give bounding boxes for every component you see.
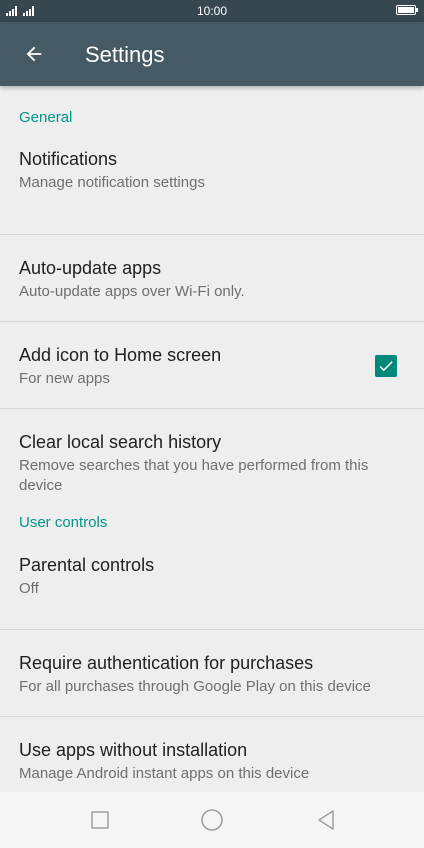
check-icon	[379, 361, 393, 372]
settings-list[interactable]: General Notifications Manage notificatio…	[0, 86, 424, 792]
section-header-general: General	[19, 109, 73, 126]
setting-title: Clear local search history	[19, 432, 222, 452]
home-icon	[201, 809, 223, 831]
setting-auto-update-apps[interactable]: Auto-update apps Auto-update apps over W…	[0, 235, 424, 322]
setting-title: Notifications	[19, 149, 118, 169]
setting-title: Use apps without installation	[19, 740, 248, 760]
recent-apps-icon	[91, 811, 109, 829]
arrow-back-icon	[26, 46, 42, 62]
recent-apps-button[interactable]	[86, 806, 114, 834]
add-icon-checkbox[interactable]	[375, 355, 397, 377]
setting-title: Parental controls	[19, 555, 155, 575]
setting-require-authentication[interactable]: Require authentication for purchases For…	[0, 630, 424, 717]
setting-clear-search-history[interactable]: Clear local search history Remove search…	[0, 409, 424, 509]
setting-summary: Remove searches that you have performed …	[19, 457, 369, 494]
setting-summary: For all purchases through Google Play on…	[19, 678, 371, 695]
setting-summary: Auto-update apps over Wi-Fi only.	[19, 283, 245, 300]
app-bar: Settings	[0, 22, 424, 86]
status-bar: 10:00	[0, 0, 424, 22]
setting-notifications[interactable]: Notifications Manage notification settin…	[0, 148, 424, 235]
setting-summary: Manage notification settings	[19, 174, 205, 191]
setting-add-icon-home-screen[interactable]: Add icon to Home screen For new apps	[0, 322, 424, 409]
setting-summary: Off	[19, 580, 39, 597]
setting-title: Require authentication for purchases	[19, 653, 314, 673]
setting-instant-apps[interactable]: Use apps without installation Manage And…	[0, 717, 424, 792]
setting-summary: For new apps	[19, 370, 110, 387]
setting-title: Auto-update apps	[19, 258, 162, 278]
back-icon	[318, 810, 334, 830]
navigation-bar	[0, 792, 424, 848]
setting-title: Add icon to Home screen	[19, 345, 222, 365]
setting-parental-controls[interactable]: Parental controls Off	[0, 543, 424, 630]
setting-summary: Manage Android instant apps on this devi…	[19, 765, 310, 782]
home-button[interactable]	[198, 806, 226, 834]
status-time: 10:00	[196, 4, 228, 18]
back-button[interactable]	[12, 32, 56, 76]
nav-back-button[interactable]	[312, 806, 340, 834]
page-title: Settings	[85, 42, 165, 67]
battery-icon	[396, 5, 418, 15]
